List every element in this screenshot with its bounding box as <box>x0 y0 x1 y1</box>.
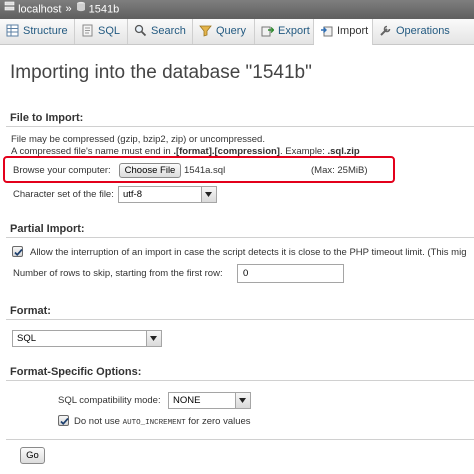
server-icon <box>4 0 15 19</box>
breadcrumb: localhost » 1541b <box>0 0 474 19</box>
breadcrumb-separator: » <box>65 3 72 16</box>
tab-import[interactable]: Import <box>314 19 373 45</box>
tab-structure-label: Structure <box>23 25 68 37</box>
divider <box>6 126 474 127</box>
chevron-down-icon <box>235 393 250 408</box>
tab-operations[interactable]: Operations <box>373 19 474 44</box>
skip-rows-label: Number of rows to skip, starting from th… <box>13 268 223 279</box>
allow-interrupt-text: Allow the interruption of an import in c… <box>30 247 467 258</box>
format-section-title: Format: <box>10 305 51 317</box>
tab-search-label: Search <box>151 25 186 37</box>
charset-label: Character set of the file: <box>13 189 114 200</box>
tab-bar: Structure SQL Search Query Export Import… <box>0 19 474 45</box>
page-title: Importing into the database "1541b" <box>10 62 312 83</box>
breadcrumb-database[interactable]: 1541b <box>89 3 120 15</box>
no-auto-increment-checkbox[interactable] <box>58 415 69 426</box>
choose-file-button[interactable]: Choose File <box>119 163 181 178</box>
tab-operations-label: Operations <box>396 25 450 37</box>
query-icon <box>199 22 212 37</box>
compress-note: File may be compressed (gzip, bzip2, zip… <box>11 134 265 145</box>
import-icon <box>320 22 333 37</box>
tab-query[interactable]: Query <box>193 19 255 44</box>
compat-mode-label: SQL compatibility mode: <box>58 395 161 406</box>
tab-sql-label: SQL <box>98 25 121 37</box>
breadcrumb-server[interactable]: localhost <box>18 3 61 15</box>
tab-search[interactable]: Search <box>128 19 193 44</box>
tab-import-label: Import <box>337 25 369 37</box>
options-section-title: Format-Specific Options: <box>10 366 142 378</box>
compat-mode-select[interactable]: NONE <box>168 392 251 409</box>
no-auto-increment-label: Do not use AUTO_INCREMENT for zero value… <box>74 416 251 427</box>
compat-mode-select-value: NONE <box>173 395 201 406</box>
charset-select-value: utf-8 <box>123 189 143 200</box>
divider <box>6 319 474 320</box>
operations-icon <box>379 22 392 36</box>
export-icon <box>261 22 275 37</box>
browse-label: Browse your computer: <box>13 165 111 176</box>
tab-export-label: Export <box>278 25 310 37</box>
allow-interrupt-checkbox[interactable] <box>12 246 23 257</box>
skip-rows-input[interactable]: 0 <box>237 264 344 283</box>
tab-sql[interactable]: SQL <box>75 19 128 44</box>
charset-select[interactable]: utf-8 <box>118 186 217 203</box>
no-auto-increment-suffix: for zero values <box>185 416 251 427</box>
go-button[interactable]: Go <box>20 447 45 464</box>
tab-structure[interactable]: Structure <box>0 19 75 44</box>
allow-interrupt-label: Allow the interruption of an import in c… <box>30 247 474 258</box>
structure-icon <box>6 22 19 37</box>
search-icon <box>134 22 147 37</box>
divider <box>6 439 474 440</box>
max-upload-size: (Max: 25MiB) <box>311 165 368 176</box>
format-select-value: SQL <box>17 333 37 344</box>
chosen-file-name: 1541a.sql <box>184 165 226 176</box>
tab-export[interactable]: Export <box>255 19 314 44</box>
chevron-down-icon <box>146 331 161 346</box>
tab-query-label: Query <box>216 25 246 37</box>
database-icon <box>76 0 86 19</box>
file-section-title: File to Import: <box>10 112 84 124</box>
sql-icon <box>81 22 94 37</box>
divider <box>6 380 474 381</box>
no-auto-increment-prefix: Do not use <box>74 416 123 427</box>
divider <box>6 237 474 238</box>
chevron-down-icon <box>201 187 216 202</box>
partial-section-title: Partial Import: <box>10 223 85 235</box>
format-select[interactable]: SQL <box>12 330 162 347</box>
no-auto-increment-code: AUTO_INCREMENT <box>122 419 186 427</box>
